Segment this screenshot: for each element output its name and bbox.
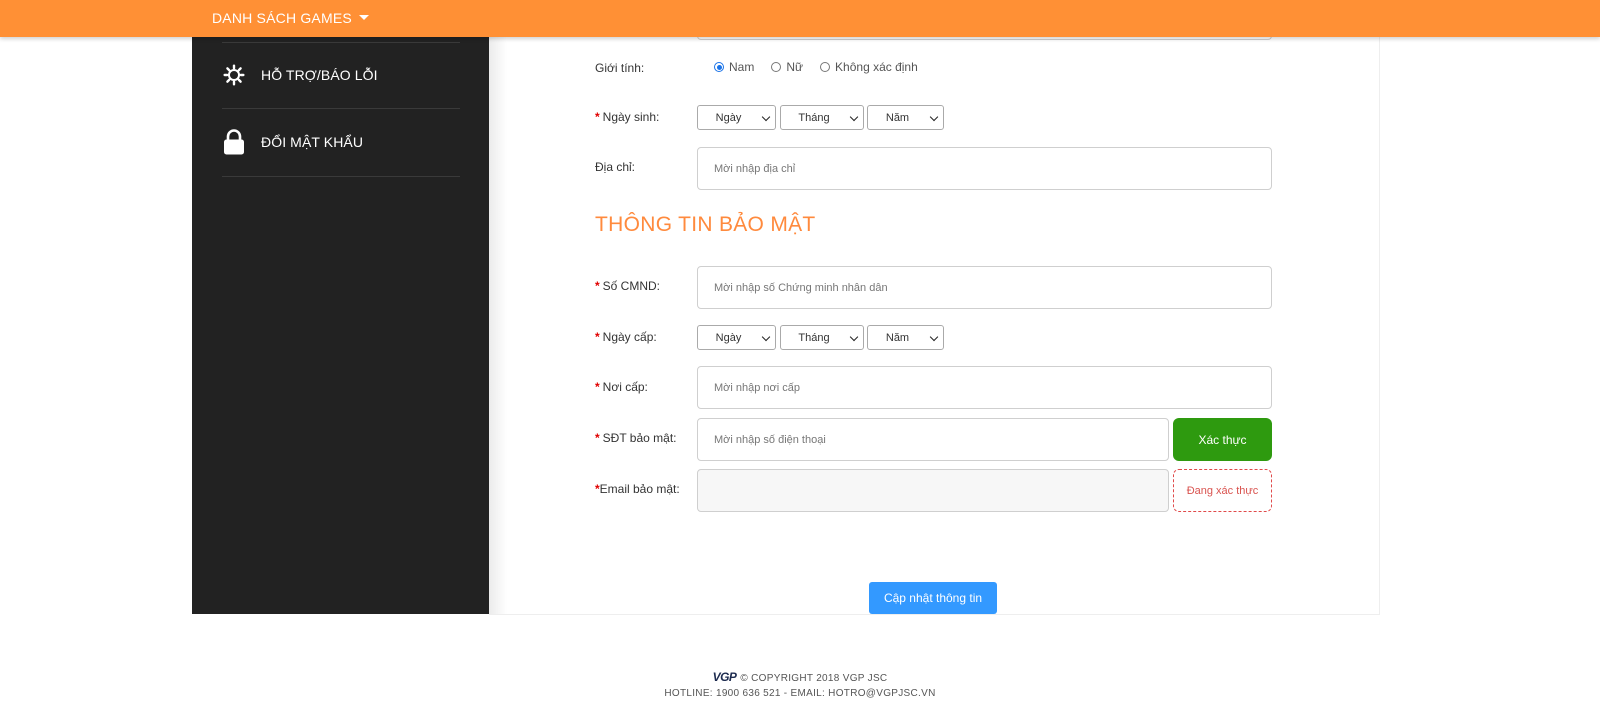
sidebar-item-support[interactable]: HỖ TRỢ/BÁO LỖI	[222, 42, 460, 108]
chevron-down-icon	[761, 112, 771, 122]
select-value: Năm	[885, 111, 910, 124]
address-input[interactable]	[697, 147, 1272, 190]
chevron-down-icon	[929, 332, 939, 342]
games-list-dropdown[interactable]: DANH SÁCH GAMES	[212, 0, 369, 37]
caret-down-icon	[358, 14, 369, 20]
gender-radio-group: Nam Nữ Không xác định	[714, 60, 935, 74]
birthday-label-text: Ngày sinh:	[602, 110, 660, 124]
id-number-label: * Số CMND:	[595, 279, 661, 293]
security-phone-label-text: SĐT bảo mật:	[602, 431, 677, 445]
chevron-down-icon	[929, 112, 939, 122]
verify-phone-button[interactable]: Xác thực	[1173, 418, 1272, 461]
panel-shadow	[489, 37, 507, 614]
security-phone-label: * SĐT bảo mật:	[595, 431, 677, 445]
sidebar-item-label: ĐỔI MẬT KHẨU	[261, 134, 364, 150]
select-value: Năm	[885, 331, 910, 344]
security-section-title: THÔNG TIN BẢO MẬT	[595, 213, 816, 236]
gender-option-label: Không xác định	[835, 60, 918, 74]
issue-place-label-text: Nơi cấp:	[602, 380, 648, 394]
gender-label: Giới tính:	[595, 61, 645, 75]
security-email-input[interactable]	[697, 469, 1169, 512]
select-value: Tháng	[798, 111, 830, 124]
id-number-label-text: Số CMND:	[602, 279, 661, 293]
id-number-input[interactable]	[697, 266, 1272, 309]
update-info-button[interactable]: Cập nhật thông tin	[869, 582, 997, 614]
issue-date-label-text: Ngày cấp:	[602, 330, 657, 344]
gender-option-label: Nữ	[786, 60, 804, 74]
sidebar-item-label: HỖ TRỢ/BÁO LỖI	[261, 67, 378, 83]
birthday-day-select[interactable]: Ngày	[697, 105, 776, 130]
sidebar-item-change-password[interactable]: ĐỔI MẬT KHẨU	[222, 109, 460, 175]
radio-checked-icon	[714, 62, 724, 72]
issue-date-label: * Ngày cấp:	[595, 330, 657, 344]
gender-radio-male[interactable]: Nam	[714, 60, 754, 74]
chevron-down-icon	[849, 332, 859, 342]
footer-contact: HOTLINE: 1900 636 521 - EMAIL: HOTRO@VGP…	[664, 688, 936, 699]
sidebar-divider	[222, 176, 460, 177]
security-email-label: *Email bảo mật:	[595, 482, 680, 496]
issue-month-select[interactable]: Tháng	[780, 325, 864, 350]
gender-option-label: Nam	[729, 60, 755, 74]
birthday-year-select[interactable]: Năm	[867, 105, 944, 130]
select-value: Ngày	[715, 111, 742, 124]
birthday-month-select[interactable]: Tháng	[780, 105, 864, 130]
vgp-logo: VGP	[712, 670, 737, 684]
top-nav-bar: DANH SÁCH GAMES	[0, 0, 1600, 37]
copyright-text: © COPYRIGHT 2018 VGP JSC	[740, 673, 888, 684]
chevron-down-icon	[849, 112, 859, 122]
chevron-down-icon	[761, 332, 771, 342]
issue-day-select[interactable]: Ngày	[697, 325, 776, 350]
security-email-label-text: Email bảo mật:	[599, 482, 680, 496]
lock-icon	[222, 129, 246, 155]
games-list-label: DANH SÁCH GAMES	[212, 10, 352, 26]
gender-radio-female[interactable]: Nữ	[771, 60, 803, 74]
birthday-label: * Ngày sinh:	[595, 110, 660, 124]
gender-radio-unknown[interactable]: Không xác định	[820, 60, 918, 74]
address-label: Địa chỉ:	[595, 160, 636, 174]
issue-place-input[interactable]	[697, 366, 1272, 409]
security-phone-input[interactable]	[697, 418, 1169, 461]
radio-unchecked-icon	[820, 62, 831, 72]
footer-copyright: VGP © COPYRIGHT 2018 VGP JSC	[0, 670, 1600, 684]
select-value: Ngày	[715, 331, 742, 344]
gear-icon	[222, 63, 246, 87]
email-verifying-status: Đang xác thực	[1173, 469, 1272, 512]
radio-unchecked-icon	[771, 62, 782, 72]
select-value: Tháng	[798, 331, 830, 344]
sidebar: HỖ TRỢ/BÁO LỖI ĐỔI MẬT KHẨU	[192, 37, 489, 614]
issue-year-select[interactable]: Năm	[867, 325, 944, 350]
issue-place-label: * Nơi cấp:	[595, 380, 648, 394]
